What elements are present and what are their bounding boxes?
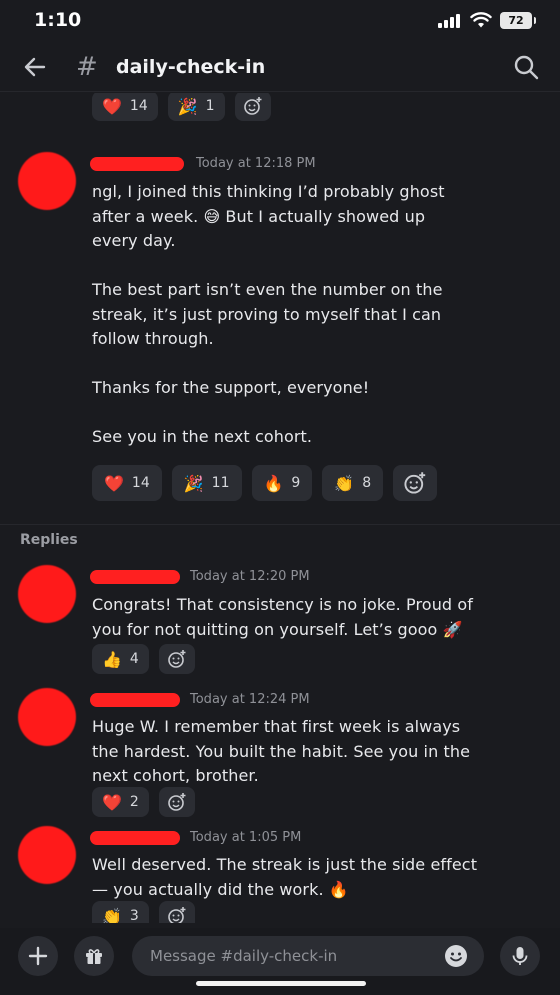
redacted-username[interactable] (90, 693, 180, 707)
voice-message-button[interactable] (500, 936, 540, 976)
add-reaction-button[interactable] (393, 465, 438, 501)
avatar[interactable] (18, 565, 76, 623)
add-reaction-button[interactable] (158, 901, 195, 923)
redacted-username[interactable] (90, 157, 184, 171)
wifi-icon (470, 12, 492, 28)
reaction-count: 11 (211, 475, 230, 491)
replies-label: Replies (20, 532, 78, 548)
channel-header: # daily-check-in (0, 44, 560, 92)
add-reaction-button[interactable] (158, 787, 195, 817)
cellular-signal-icon (438, 14, 460, 28)
plus-icon (28, 946, 48, 966)
reaction-count: 3 (129, 908, 139, 923)
reply-body: Congrats! That consistency is no joke. P… (92, 595, 473, 639)
fire-emoji-icon: 🔥 (263, 473, 284, 493)
home-indicator (196, 981, 366, 986)
message-input[interactable] (132, 936, 484, 976)
reaction-count: 9 (291, 475, 301, 491)
heart-emoji-icon: ❤️ (102, 792, 122, 812)
avatar[interactable] (18, 826, 76, 884)
add-reaction-icon (168, 793, 186, 811)
reaction-count: 14 (129, 98, 148, 114)
redacted-username[interactable] (90, 570, 180, 584)
clap-emoji-icon: 👏 (102, 906, 122, 924)
message-paragraph: Thanks for the support, everyone! (92, 378, 370, 397)
party-popper-emoji-icon: 🎉 (183, 473, 204, 493)
microphone-icon (512, 947, 528, 965)
message-paragraph: The best part isn’t even the number on t… (92, 280, 443, 348)
add-reaction-icon (168, 650, 186, 668)
message-reactions: ❤️ 14 🎉 11 🔥 9 👏 8 (92, 465, 438, 501)
status-time: 1:10 (34, 9, 82, 31)
add-reaction-button[interactable] (234, 93, 271, 121)
message-timestamp: Today at 12:18 PM (196, 156, 316, 171)
hash-icon: # (76, 52, 98, 82)
reaction-party[interactable]: 🎉 11 (171, 465, 242, 501)
reaction-clap[interactable]: 👏 3 (92, 901, 149, 923)
redacted-username[interactable] (90, 831, 180, 845)
reaction-count: 8 (362, 475, 372, 491)
add-reaction-button[interactable] (158, 644, 195, 674)
reply-body: Huge W. I remember that first week is al… (92, 717, 471, 785)
clap-emoji-icon: 👏 (334, 473, 355, 493)
status-bar: 1:10 72 (0, 0, 560, 44)
reply-reactions: 👍 4 (92, 644, 195, 674)
message-feed[interactable]: ❤️ 14 🎉 1 Today at 12:18 PM ngl, I joine… (0, 93, 560, 923)
add-reaction-icon (404, 472, 426, 494)
reaction-clap[interactable]: 👏 8 (322, 465, 384, 501)
reaction-thumbs-up[interactable]: 👍 4 (92, 644, 149, 674)
reply-timestamp: Today at 12:24 PM (190, 692, 310, 707)
attach-button[interactable] (18, 936, 58, 976)
channel-title[interactable]: daily-check-in (116, 56, 265, 78)
replies-divider (0, 524, 560, 525)
arrow-left-icon[interactable] (20, 52, 50, 82)
reaction-heart[interactable]: ❤️ 14 (92, 93, 158, 121)
message-paragraph: See you in the next cohort. (92, 427, 313, 446)
add-reaction-icon (243, 97, 262, 115)
reply-reactions: ❤️ 2 (92, 787, 195, 817)
reply-body: Well deserved. The streak is just the si… (92, 855, 478, 899)
reaction-count: 1 (205, 98, 215, 114)
party-popper-emoji-icon: 🎉 (177, 96, 198, 116)
message-body: ngl, I joined this thinking I’d probably… (92, 180, 462, 450)
previous-message-reactions: ❤️ 14 🎉 1 (92, 93, 271, 121)
reaction-heart[interactable]: ❤️ 14 (92, 465, 162, 501)
reply-timestamp: Today at 1:05 PM (190, 830, 302, 845)
thumbs-up-emoji-icon: 👍 (102, 649, 122, 669)
gift-button[interactable] (74, 936, 114, 976)
search-icon[interactable] (512, 53, 540, 81)
add-reaction-icon (168, 907, 186, 923)
reply-timestamp: Today at 12:20 PM (190, 569, 310, 584)
reaction-fire[interactable]: 🔥 9 (251, 465, 313, 501)
heart-emoji-icon: ❤️ (102, 96, 122, 116)
gift-icon (86, 949, 102, 964)
reply-reactions: 👏 3 (92, 901, 195, 923)
reaction-party[interactable]: 🎉 1 (167, 93, 225, 121)
reaction-heart[interactable]: ❤️ 2 (92, 787, 149, 817)
reaction-count: 14 (131, 475, 150, 491)
emoji-icon[interactable] (444, 944, 468, 968)
avatar[interactable] (18, 688, 76, 746)
reaction-count: 2 (129, 794, 139, 810)
battery-indicator: 72 (500, 12, 536, 29)
heart-emoji-icon: ❤️ (104, 473, 124, 493)
message-paragraph: ngl, I joined this thinking I’d probably… (92, 182, 445, 250)
avatar[interactable] (18, 152, 76, 210)
reaction-count: 4 (129, 651, 139, 667)
